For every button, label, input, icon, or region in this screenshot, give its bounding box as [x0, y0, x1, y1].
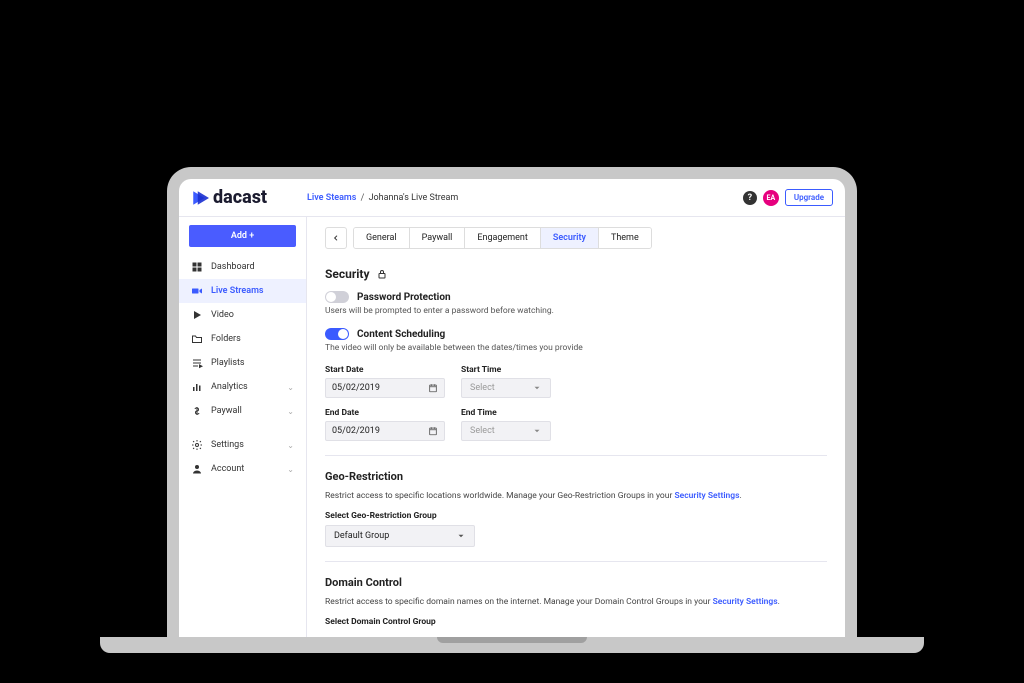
- end-time-select[interactable]: Select: [461, 421, 551, 441]
- sidebar-item-label: Folders: [211, 334, 241, 344]
- chevron-down-icon: ⌄: [287, 383, 294, 392]
- end-time-label: End Time: [461, 408, 551, 418]
- sidebar-item-label: Analytics: [211, 382, 248, 392]
- end-date-input[interactable]: 05/02/2019: [325, 421, 445, 441]
- start-time-label: Start Time: [461, 365, 551, 375]
- scheduling-hint: The video will only be available between…: [325, 343, 827, 353]
- chevron-left-icon: [332, 234, 340, 242]
- tab-paywall[interactable]: Paywall: [410, 228, 466, 248]
- dollar-icon: [191, 405, 203, 417]
- folder-icon: [191, 333, 203, 345]
- chevron-down-icon: [456, 531, 466, 541]
- calendar-icon: [428, 383, 438, 393]
- sidebar-item-playlists[interactable]: Playlists: [179, 351, 306, 375]
- end-date-value: 05/02/2019: [332, 426, 380, 436]
- avatar[interactable]: EA: [763, 190, 779, 206]
- content-scheduling-label: Content Scheduling: [357, 329, 445, 340]
- sidebar-item-dashboard[interactable]: Dashboard: [179, 255, 306, 279]
- end-date-label: End Date: [325, 408, 445, 418]
- camera-icon: [191, 285, 203, 297]
- brand-logo: dacast: [191, 187, 307, 208]
- geo-desc: Restrict access to specific locations wo…: [325, 491, 827, 501]
- sidebar-item-label: Settings: [211, 440, 244, 450]
- end-time-placeholder: Select: [470, 426, 495, 436]
- tab-security[interactable]: Security: [541, 228, 599, 248]
- play-icon: [191, 309, 203, 321]
- sidebar-item-label: Dashboard: [211, 262, 255, 272]
- breadcrumb-root[interactable]: Live Steams: [307, 193, 356, 203]
- security-settings-link[interactable]: Security Settings: [674, 491, 739, 501]
- lock-icon: [376, 268, 388, 280]
- divider: [325, 561, 827, 562]
- chevron-down-icon: ⌄: [287, 465, 294, 474]
- password-protection-toggle[interactable]: [325, 291, 349, 303]
- sidebar-item-label: Playlists: [211, 358, 245, 368]
- sidebar-item-label: Account: [211, 464, 244, 474]
- sidebar-item-live-streams[interactable]: Live Streams: [179, 279, 306, 303]
- breadcrumb: Live Steams / Johanna's Live Stream: [307, 193, 743, 203]
- tab-general[interactable]: General: [354, 228, 410, 248]
- start-date-input[interactable]: 05/02/2019: [325, 378, 445, 398]
- password-protection-label: Password Protection: [357, 292, 451, 303]
- back-button[interactable]: [325, 227, 347, 249]
- tab-theme[interactable]: Theme: [599, 228, 651, 248]
- sidebar-item-folders[interactable]: Folders: [179, 327, 306, 351]
- sidebar-item-label: Paywall: [211, 406, 242, 416]
- chevron-down-icon: ⌄: [287, 441, 294, 450]
- password-hint: Users will be prompted to enter a passwo…: [325, 306, 827, 316]
- sidebar-item-paywall[interactable]: Paywall ⌄: [179, 399, 306, 423]
- sidebar-item-label: Video: [211, 310, 234, 320]
- start-date-value: 05/02/2019: [332, 383, 380, 393]
- geo-heading: Geo-Restriction: [325, 470, 827, 483]
- breadcrumb-current: Johanna's Live Stream: [369, 193, 459, 203]
- upgrade-button[interactable]: Upgrade: [785, 189, 833, 206]
- sidebar-item-label: Live Streams: [211, 286, 264, 296]
- domain-group-label: Select Domain Control Group: [325, 617, 827, 627]
- start-time-select[interactable]: Select: [461, 378, 551, 398]
- logo-icon: [191, 189, 209, 207]
- start-time-placeholder: Select: [470, 383, 495, 393]
- sidebar-item-settings[interactable]: Settings ⌄: [179, 433, 306, 457]
- brand-name: dacast: [213, 187, 267, 208]
- gear-icon: [191, 439, 203, 451]
- security-settings-link[interactable]: Security Settings: [713, 597, 778, 607]
- main-content: General Paywall Engagement Security Them…: [307, 217, 845, 637]
- page-title: Security: [325, 267, 370, 281]
- dashboard-icon: [191, 261, 203, 273]
- playlist-icon: [191, 357, 203, 369]
- chevron-down-icon: ⌄: [287, 407, 294, 416]
- geo-group-select[interactable]: Default Group: [325, 525, 475, 547]
- analytics-icon: [191, 381, 203, 393]
- chevron-down-icon: [532, 383, 542, 393]
- topbar: dacast Live Steams / Johanna's Live Stre…: [179, 179, 845, 217]
- help-icon[interactable]: ?: [743, 191, 757, 205]
- sidebar-item-account[interactable]: Account ⌄: [179, 457, 306, 481]
- chevron-down-icon: [532, 426, 542, 436]
- sidebar-item-analytics[interactable]: Analytics ⌄: [179, 375, 306, 399]
- divider: [325, 455, 827, 456]
- domain-desc: Restrict access to specific domain names…: [325, 597, 827, 607]
- geo-group-value: Default Group: [334, 531, 389, 541]
- calendar-icon: [428, 426, 438, 436]
- tab-engagement[interactable]: Engagement: [465, 228, 540, 248]
- domain-heading: Domain Control: [325, 576, 827, 589]
- content-scheduling-toggle[interactable]: [325, 328, 349, 340]
- person-icon: [191, 463, 203, 475]
- geo-group-label: Select Geo-Restriction Group: [325, 511, 827, 521]
- add-button[interactable]: Add +: [189, 225, 296, 247]
- sidebar: Add + Dashboard Live Streams: [179, 217, 307, 637]
- start-date-label: Start Date: [325, 365, 445, 375]
- sidebar-item-video[interactable]: Video: [179, 303, 306, 327]
- tab-bar: General Paywall Engagement Security Them…: [353, 227, 652, 249]
